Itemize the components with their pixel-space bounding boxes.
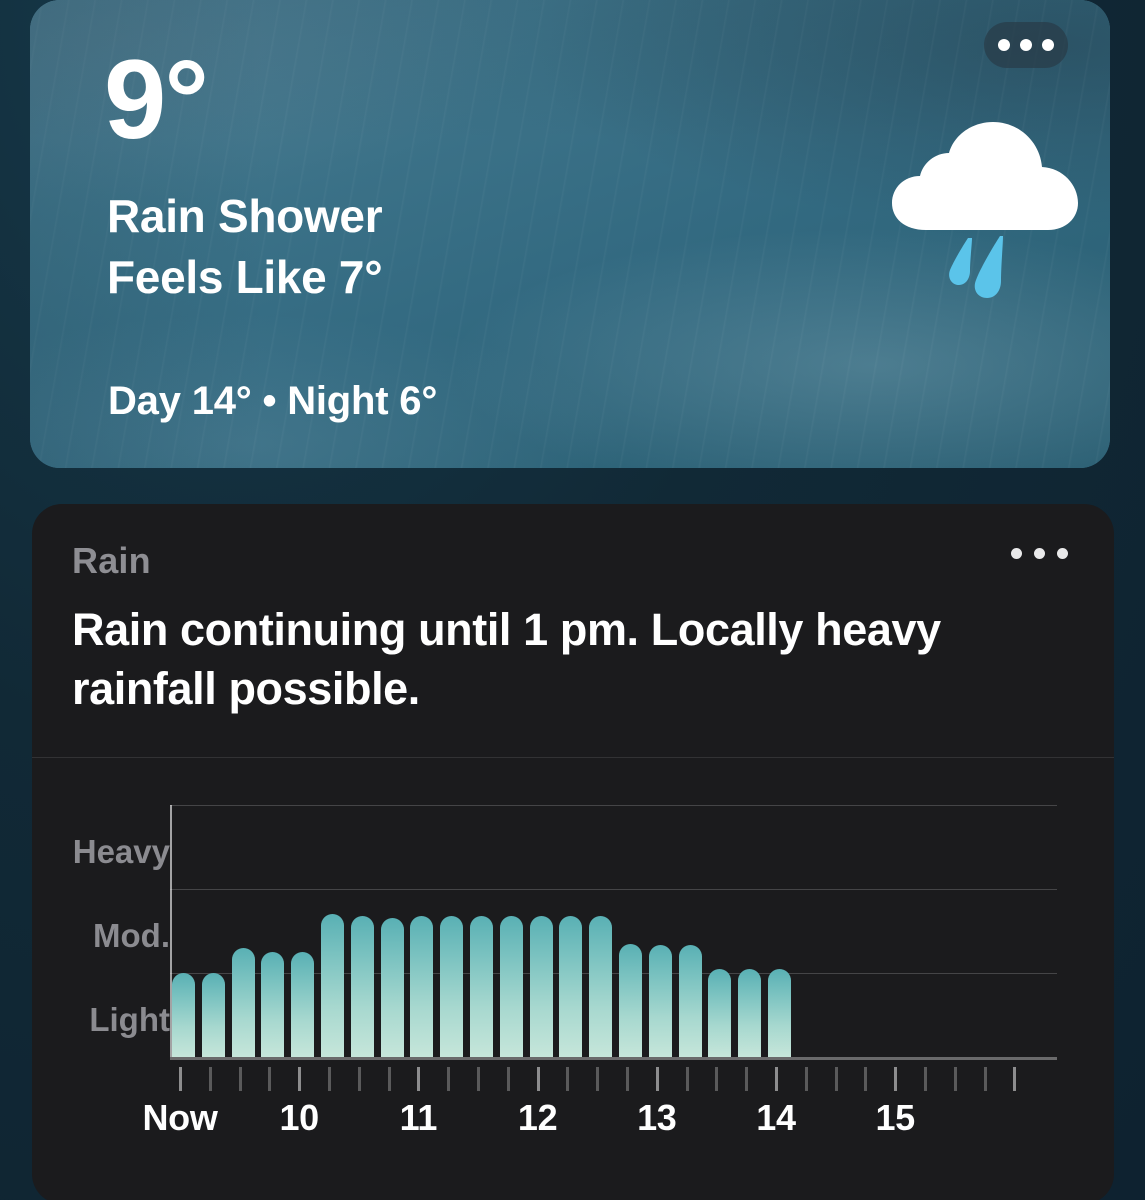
chart-y-label-heavy: Heavy (72, 833, 170, 870)
chart-plot-area: Light Mod. Heavy Now 10 11 12 13 14 15 (32, 757, 1114, 1200)
chart-tick-mark (477, 1067, 480, 1091)
chart-tick-mark (745, 1067, 749, 1091)
chart-bar (380, 918, 404, 1057)
hero-overflow-menu-button[interactable] (984, 22, 1068, 68)
chart-tick-mark (596, 1067, 600, 1091)
chart-bar (648, 945, 672, 1057)
chart-tick-mark (894, 1067, 898, 1091)
chart-bar (261, 952, 285, 1057)
chart-tick-mark (864, 1067, 868, 1091)
chart-bar (172, 973, 195, 1057)
condition-text: Rain Shower (107, 190, 383, 242)
chart-x-label-11: 11 (399, 1097, 438, 1138)
rain-shower-cloud-icon (882, 108, 1092, 298)
chart-x-label-now: Now (142, 1097, 218, 1138)
chart-tick-mark (298, 1067, 302, 1091)
chart-tick-mark (775, 1067, 778, 1091)
chart-x-label-10: 10 (279, 1097, 319, 1138)
rain-headline: Rain continuing until 1 pm. Locally heav… (72, 604, 941, 715)
chart-bar (350, 915, 374, 1057)
overflow-dot-icon (1011, 548, 1022, 559)
chart-tick-mark (447, 1067, 451, 1091)
chart-x-ticks (170, 1067, 1057, 1093)
chart-y-label-mod: Mod. (93, 917, 170, 954)
chart-tick-mark (626, 1067, 629, 1091)
chart-x-label-13: 13 (637, 1097, 677, 1138)
chart-tick-mark (328, 1067, 331, 1091)
chart-tick-mark (924, 1067, 927, 1091)
chart-x-label-15: 15 (875, 1097, 915, 1138)
chart-tick-mark (685, 1067, 689, 1091)
chart-tick-mark (179, 1067, 182, 1091)
overflow-dot-icon (1042, 39, 1054, 51)
chart-bar (440, 915, 464, 1057)
chart-bar (321, 914, 344, 1057)
chart-tick-mark (983, 1067, 987, 1091)
chart-baseline (170, 1057, 1057, 1060)
chart-bar (678, 945, 702, 1057)
overflow-dot-icon (1020, 39, 1032, 51)
chart-bar (768, 968, 791, 1057)
chart-bar (708, 968, 732, 1057)
overflow-dot-icon (1034, 548, 1045, 559)
feels-like-text: Feels Like 7° (107, 251, 383, 304)
weather-app-screen: 9° Rain Shower Feels Like 7° Day 14° • N… (0, 0, 1145, 1200)
chart-bar (470, 915, 493, 1057)
rain-overflow-menu-button[interactable] (1007, 540, 1072, 567)
chart-bar (738, 968, 762, 1057)
chart-tick-mark (834, 1067, 838, 1091)
chart-bar (589, 915, 613, 1057)
chart-y-label-light: Light (89, 1001, 170, 1038)
chart-bar (291, 952, 315, 1057)
chart-tick-mark (655, 1067, 659, 1091)
current-temperature: 9° (104, 37, 209, 162)
rain-intensity-chart[interactable]: Light Mod. Heavy Now 10 11 12 13 14 15 (32, 757, 1114, 1200)
chart-tick-mark (953, 1067, 957, 1091)
chart-tick-mark (387, 1067, 391, 1091)
current-weather-card[interactable]: 9° Rain Shower Feels Like 7° Day 14° • N… (30, 0, 1110, 468)
chart-tick-mark (1013, 1067, 1017, 1091)
chart-bar (559, 915, 583, 1057)
chart-bar (410, 915, 434, 1057)
chart-x-labels: Now 10 11 12 13 14 15 (32, 1097, 1114, 1157)
chart-bar (619, 943, 642, 1057)
rain-forecast-card[interactable]: Rain Rain continuing until 1 pm. Locally… (32, 504, 1114, 1200)
current-condition-block: Rain Shower Feels Like 7° (107, 186, 383, 308)
overflow-dot-icon (998, 39, 1010, 51)
chart-bars (172, 805, 798, 1057)
chart-tick-mark (506, 1067, 510, 1091)
chart-bar (231, 947, 255, 1057)
overflow-dot-icon (1057, 548, 1068, 559)
chart-bar (201, 973, 225, 1057)
chart-tick-mark (357, 1067, 361, 1091)
chart-tick-mark (566, 1067, 570, 1091)
chart-x-label-14: 14 (756, 1097, 796, 1138)
chart-x-label-12: 12 (517, 1097, 558, 1138)
chart-bar (499, 915, 523, 1057)
rain-card-kicker: Rain (72, 540, 151, 581)
day-night-high-low: Day 14° • Night 6° (108, 379, 438, 423)
chart-tick-mark (536, 1067, 540, 1091)
chart-tick-mark (238, 1067, 242, 1091)
chart-tick-mark (715, 1067, 719, 1091)
chart-tick-mark (208, 1067, 212, 1091)
chart-tick-mark (268, 1067, 272, 1091)
chart-tick-mark (417, 1067, 421, 1091)
chart-tick-mark (804, 1067, 808, 1091)
chart-bar (529, 915, 553, 1057)
